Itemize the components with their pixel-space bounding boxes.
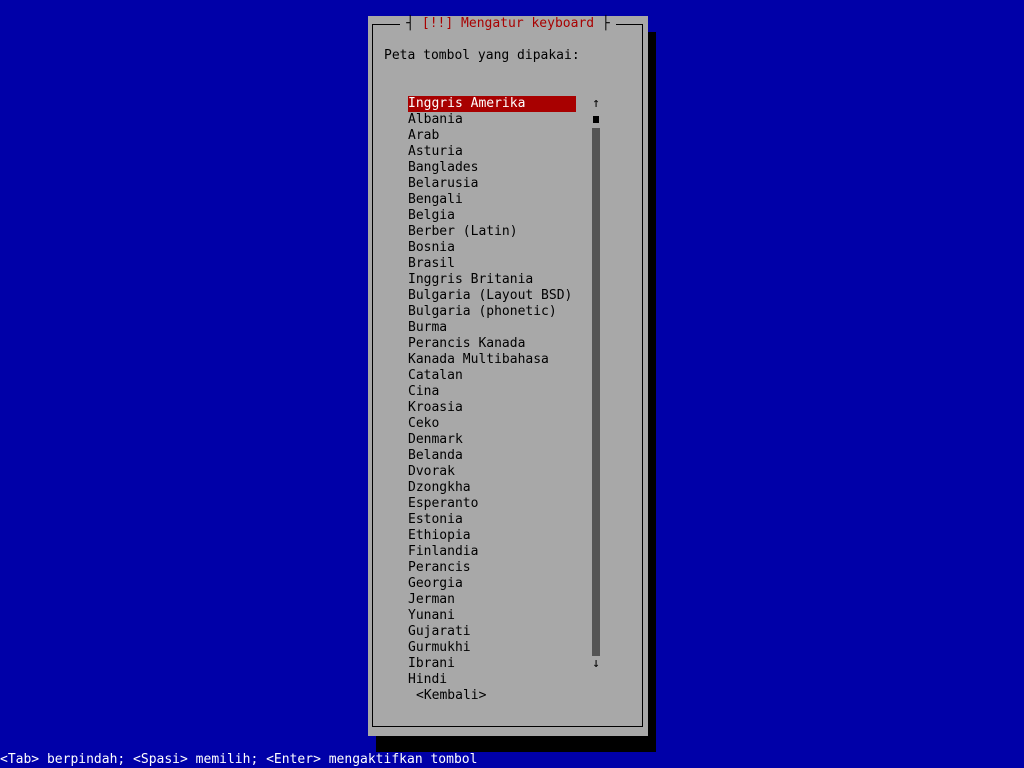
keymap-option[interactable]: Gujarati xyxy=(408,624,576,640)
keymap-option[interactable]: Esperanto xyxy=(408,496,576,512)
keyboard-config-dialog: ┤ [!!] Mengatur keyboard ├ Peta tombol y… xyxy=(368,16,648,736)
keymap-option[interactable]: Banglades xyxy=(408,160,576,176)
keymap-option[interactable]: Arab xyxy=(408,128,576,144)
keymap-option[interactable]: Perancis xyxy=(408,560,576,576)
dialog-title-text: [!!] Mengatur keyboard xyxy=(421,16,595,31)
title-cap-right: ├ xyxy=(601,16,610,31)
keymap-option[interactable]: Georgia xyxy=(408,576,576,592)
keymap-option[interactable]: Inggris Amerika xyxy=(408,96,576,112)
keymap-option[interactable]: Albania xyxy=(408,112,576,128)
keymap-option[interactable]: Inggris Britania xyxy=(408,272,576,288)
scroll-thumb[interactable] xyxy=(593,116,599,123)
back-button[interactable]: <Kembali> xyxy=(416,688,486,704)
keymap-option[interactable]: Bosnia xyxy=(408,240,576,256)
keymap-option[interactable]: Ibrani xyxy=(408,656,576,672)
scroll-down-arrow-icon[interactable]: ↓ xyxy=(590,656,602,672)
keymap-option[interactable]: Kanada Multibahasa xyxy=(408,352,576,368)
keymap-option[interactable]: Kroasia xyxy=(408,400,576,416)
keymap-list[interactable]: Inggris Amerika Albania Arab Asturia Banglad… xyxy=(408,96,576,688)
keymap-option[interactable]: Brasil xyxy=(408,256,576,272)
keymap-option[interactable]: Catalan xyxy=(408,368,576,384)
keymap-option[interactable]: Finlandia xyxy=(408,544,576,560)
keymap-option[interactable]: Estonia xyxy=(408,512,576,528)
keymap-option[interactable]: Burma xyxy=(408,320,576,336)
keymap-scrollbar[interactable]: ↑ ↓ xyxy=(592,96,600,672)
keymap-option[interactable]: Berber (Latin) xyxy=(408,224,576,240)
keymap-option[interactable]: Cina xyxy=(408,384,576,400)
keymap-option[interactable]: Gurmukhi xyxy=(408,640,576,656)
scroll-track[interactable] xyxy=(592,128,600,656)
keymap-option[interactable]: Perancis Kanada xyxy=(408,336,576,352)
keymap-option[interactable]: Ethiopia xyxy=(408,528,576,544)
keymap-option[interactable]: Dzongkha xyxy=(408,480,576,496)
keymap-option[interactable]: Asturia xyxy=(408,144,576,160)
keymap-option[interactable]: Bulgaria (Layout BSD) xyxy=(408,288,576,304)
dialog-title-bar: ┤ [!!] Mengatur keyboard ├ xyxy=(368,16,648,32)
keymap-option[interactable]: Bulgaria (phonetic) xyxy=(408,304,576,320)
title-cap-left: ┤ xyxy=(406,16,415,31)
scroll-up-arrow-icon[interactable]: ↑ xyxy=(590,96,602,112)
installer-screen: ┤ [!!] Mengatur keyboard ├ Peta tombol y… xyxy=(0,0,1024,768)
keymap-option[interactable]: Ceko xyxy=(408,416,576,432)
keymap-option[interactable]: Belarusia xyxy=(408,176,576,192)
keymap-option[interactable]: Denmark xyxy=(408,432,576,448)
keymap-option[interactable]: Dvorak xyxy=(408,464,576,480)
dialog-title: ┤ [!!] Mengatur keyboard ├ xyxy=(400,16,616,32)
keymap-option[interactable]: Bengali xyxy=(408,192,576,208)
keymap-option[interactable]: Belanda xyxy=(408,448,576,464)
keymap-option[interactable]: Yunani xyxy=(408,608,576,624)
keymap-option[interactable]: Hindi xyxy=(408,672,576,688)
help-statusbar: <Tab> berpindah; <Spasi> memilih; <Enter… xyxy=(0,752,1024,768)
keymap-prompt: Peta tombol yang dipakai: xyxy=(384,48,580,63)
keymap-option[interactable]: Jerman xyxy=(408,592,576,608)
keymap-option[interactable]: Belgia xyxy=(408,208,576,224)
